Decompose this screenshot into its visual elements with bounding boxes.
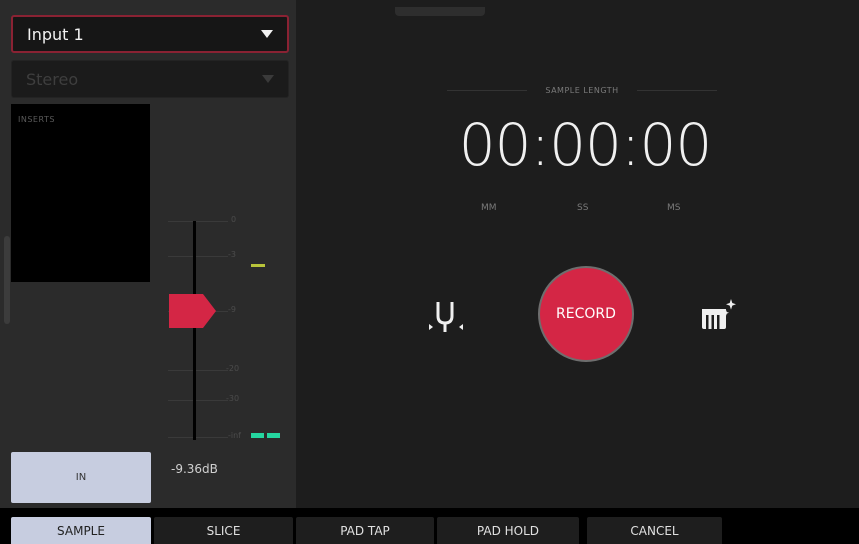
cancel-button[interactable]: CANCEL: [587, 517, 722, 544]
record-button[interactable]: RECORD: [538, 266, 634, 362]
side-drawer-handle[interactable]: [4, 236, 10, 324]
channel-mode-dropdown[interactable]: Stereo: [11, 60, 289, 98]
sample-length-header: SAMPLE LENGTH: [447, 86, 718, 95]
sample-length-time: 00:00:00: [458, 111, 713, 179]
meter-tick-line: [168, 437, 228, 438]
chevron-down-icon: [261, 30, 273, 38]
minutes-unit-label: MM: [481, 203, 497, 213]
meter-tick-label: -20: [226, 364, 240, 373]
keyboard-magic-icon: [702, 299, 736, 329]
tab-slice[interactable]: SLICE: [154, 517, 293, 544]
meter-peak-indicator: [251, 264, 265, 267]
tab-sample[interactable]: SAMPLE: [11, 517, 151, 544]
meter-tick-line: [168, 370, 228, 371]
channel-mode-value: Stereo: [26, 69, 79, 89]
fader-track[interactable]: [193, 221, 196, 440]
tab-pad-tap[interactable]: PAD TAP: [296, 517, 434, 544]
right-panel: [296, 0, 859, 508]
input-source-dropdown[interactable]: Input 1: [11, 15, 289, 53]
level-meter: 0 -3 -9 -20 -30 -inf: [160, 210, 296, 445]
tab-pad-hold[interactable]: PAD HOLD: [437, 517, 579, 544]
chevron-down-icon: [262, 75, 274, 83]
input-source-value: Input 1: [27, 24, 84, 44]
fader-handle[interactable]: [169, 293, 217, 329]
meter-tick-label: 0: [231, 215, 237, 224]
tuner-fork-icon: [429, 302, 463, 332]
meter-tick-line: [168, 256, 228, 257]
inserts-panel[interactable]: INSERTS: [11, 104, 150, 282]
meter-tick-line: [168, 400, 228, 401]
meter-tick-line: [168, 221, 228, 222]
meter-level-right: [267, 433, 280, 438]
input-monitor-button[interactable]: IN: [11, 452, 151, 503]
meter-level-left: [251, 433, 264, 438]
sample-length-label: SAMPLE LENGTH: [545, 86, 619, 95]
meter-tick-label: -9: [228, 305, 236, 314]
keyboard-button[interactable]: [697, 297, 739, 337]
meter-tick-label: -3: [228, 250, 236, 259]
inserts-label: INSERTS: [18, 115, 55, 124]
seconds-unit-label: SS: [577, 203, 589, 213]
meter-tick-label: -inf: [228, 431, 241, 440]
top-drawer-handle[interactable]: [395, 7, 485, 16]
divider: [447, 90, 528, 91]
tuner-button[interactable]: [423, 296, 469, 340]
meter-tick-label: -30: [226, 394, 240, 403]
milliseconds-unit-label: MS: [667, 203, 681, 213]
gain-db-readout: -9.36dB: [171, 462, 218, 476]
divider: [636, 90, 718, 91]
